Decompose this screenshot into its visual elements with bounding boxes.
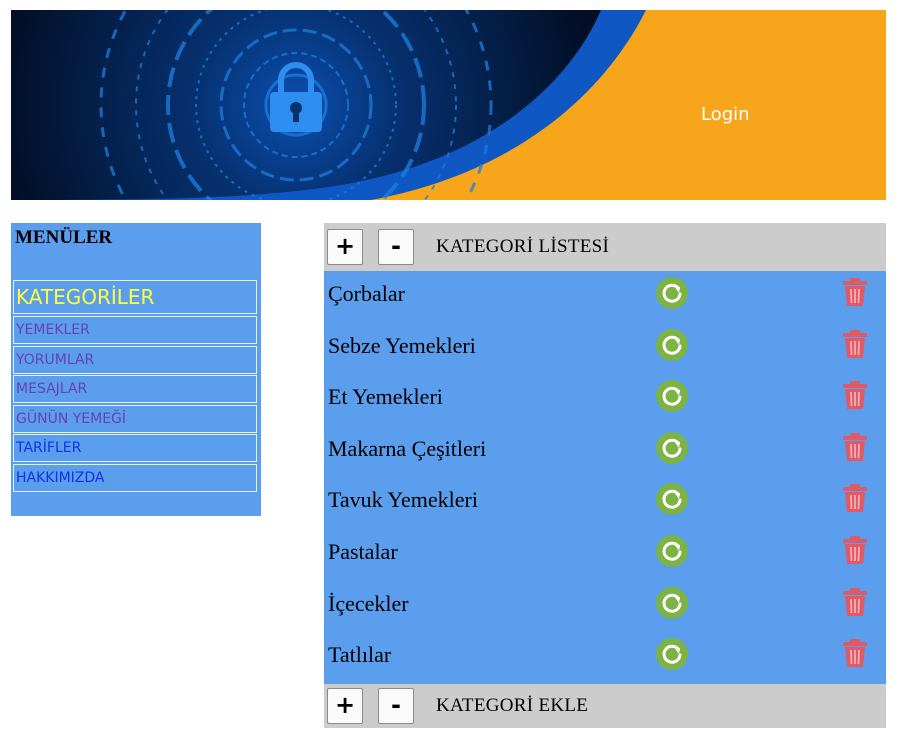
collapse-list-button[interactable]: - [378,229,414,265]
trash-icon[interactable] [842,587,868,617]
refresh-icon[interactable] [656,638,688,671]
add-title: KATEGORİ EKLE [436,695,589,716]
table-row: Tavuk Yemekleri [324,477,886,529]
menu-item-hakkimizda[interactable]: HAKKIMIZDA [13,464,257,492]
menu-item-mesajlar[interactable]: MESAJLAR [13,375,257,403]
category-list: Çorbalar Sebze Yemekleri Et Yemekleri Makar… [324,271,886,684]
trash-icon[interactable] [842,483,868,513]
menu-item-kategoriler[interactable]: KATEGORİLER [13,280,257,314]
collapse-add-button[interactable]: - [378,688,414,724]
login-link[interactable]: Login [701,104,750,125]
refresh-icon[interactable] [656,328,688,361]
category-name: İçecekler [328,590,409,616]
table-row: Tatlılar [324,632,886,684]
category-name: Sebze Yemekleri [328,332,476,358]
category-name: Tatlılar [328,642,392,668]
category-name: Çorbalar [328,281,405,306]
add-header-bar: + - KATEGORİ EKLE [324,684,886,728]
refresh-icon[interactable] [656,431,688,464]
list-title: KATEGORİ LİSTESİ [436,236,610,257]
table-row: Çorbalar [324,271,886,323]
refresh-icon[interactable] [656,483,688,516]
category-name: Tavuk Yemekleri [328,487,478,513]
refresh-icon[interactable] [656,586,688,619]
table-row: Pastalar [324,529,886,581]
menu-item-tarifler[interactable]: TARİFLER [13,434,257,462]
expand-list-button[interactable]: + [327,229,363,265]
trash-icon[interactable] [842,638,868,668]
refresh-icon[interactable] [656,534,688,567]
refresh-icon[interactable] [656,277,688,309]
list-header-bar: + - KATEGORİ LİSTESİ [324,223,886,271]
category-name: Makarna Çeşitleri [328,435,487,461]
menu-item-yorumlar[interactable]: YORUMLAR [13,346,257,374]
category-name: Pastalar [328,538,398,564]
header-banner: Login [11,10,886,200]
table-row: Makarna Çeşitleri [324,426,886,478]
trash-icon[interactable] [842,535,868,565]
category-name: Et Yemekleri [328,384,443,410]
table-row: İçecekler [324,581,886,633]
trash-icon[interactable] [842,432,868,462]
category-panel: + - KATEGORİ LİSTESİ Çorbalar Sebze Yemek… [324,223,886,728]
refresh-icon[interactable] [656,380,688,413]
table-row: Et Yemekleri [324,374,886,426]
menu-title: MENÜLER [15,227,113,248]
menu-item-gunun-yemegi[interactable]: GÜNÜN YEMEĞİ [13,405,257,433]
table-row: Sebze Yemekleri [324,323,886,375]
menu-item-yemekler[interactable]: YEMEKLER [13,316,257,344]
trash-icon[interactable] [842,380,868,410]
expand-add-button[interactable]: + [327,688,363,724]
side-menu: MENÜLER KATEGORİLER YEMEKLER YORUMLAR ME… [11,223,261,516]
trash-icon[interactable] [842,277,868,307]
trash-icon[interactable] [842,329,868,359]
security-banner-image [11,10,886,200]
